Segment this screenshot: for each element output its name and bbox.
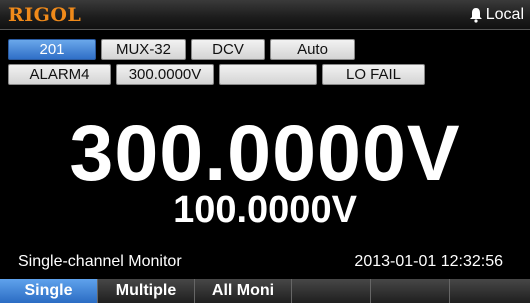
empty-chip[interactable]	[219, 64, 317, 85]
status-label: Local	[485, 6, 524, 23]
instrument-screen: RIGOL Local 201 MUX-32 DCV Auto ALARM4 3…	[0, 0, 530, 303]
function-chip[interactable]: DCV	[191, 39, 265, 60]
limit-value-chip[interactable]: 300.0000V	[116, 64, 214, 85]
secondary-reading: 100.0000V	[173, 189, 357, 231]
bell-icon	[469, 8, 482, 23]
softkey-all-monitor[interactable]: All Moni	[195, 279, 292, 303]
remote-status: Local	[469, 6, 524, 24]
channel-chip[interactable]: 201	[8, 39, 96, 60]
monitor-mode-label: Single-channel Monitor	[18, 253, 182, 270]
alarm-chip[interactable]: ALARM4	[8, 64, 111, 85]
softkey-multiple[interactable]: Multiple	[98, 279, 195, 303]
range-chip[interactable]: Auto	[270, 39, 355, 60]
card-type-chip[interactable]: MUX-32	[101, 39, 186, 60]
limit-status-chip[interactable]: LO FAIL	[322, 64, 425, 85]
softkey-bar: Single Multiple All Moni	[0, 279, 530, 303]
softkey-single[interactable]: Single	[0, 279, 98, 303]
title-bar: RIGOL Local	[0, 0, 530, 30]
brand-logo: RIGOL	[8, 4, 82, 26]
softkey-5[interactable]	[371, 279, 450, 303]
softkey-6[interactable]	[450, 279, 530, 303]
primary-reading: 300.0000V	[69, 108, 461, 197]
date-time: 2013-01-01 12:32:56	[354, 253, 503, 270]
softkey-4[interactable]	[292, 279, 371, 303]
